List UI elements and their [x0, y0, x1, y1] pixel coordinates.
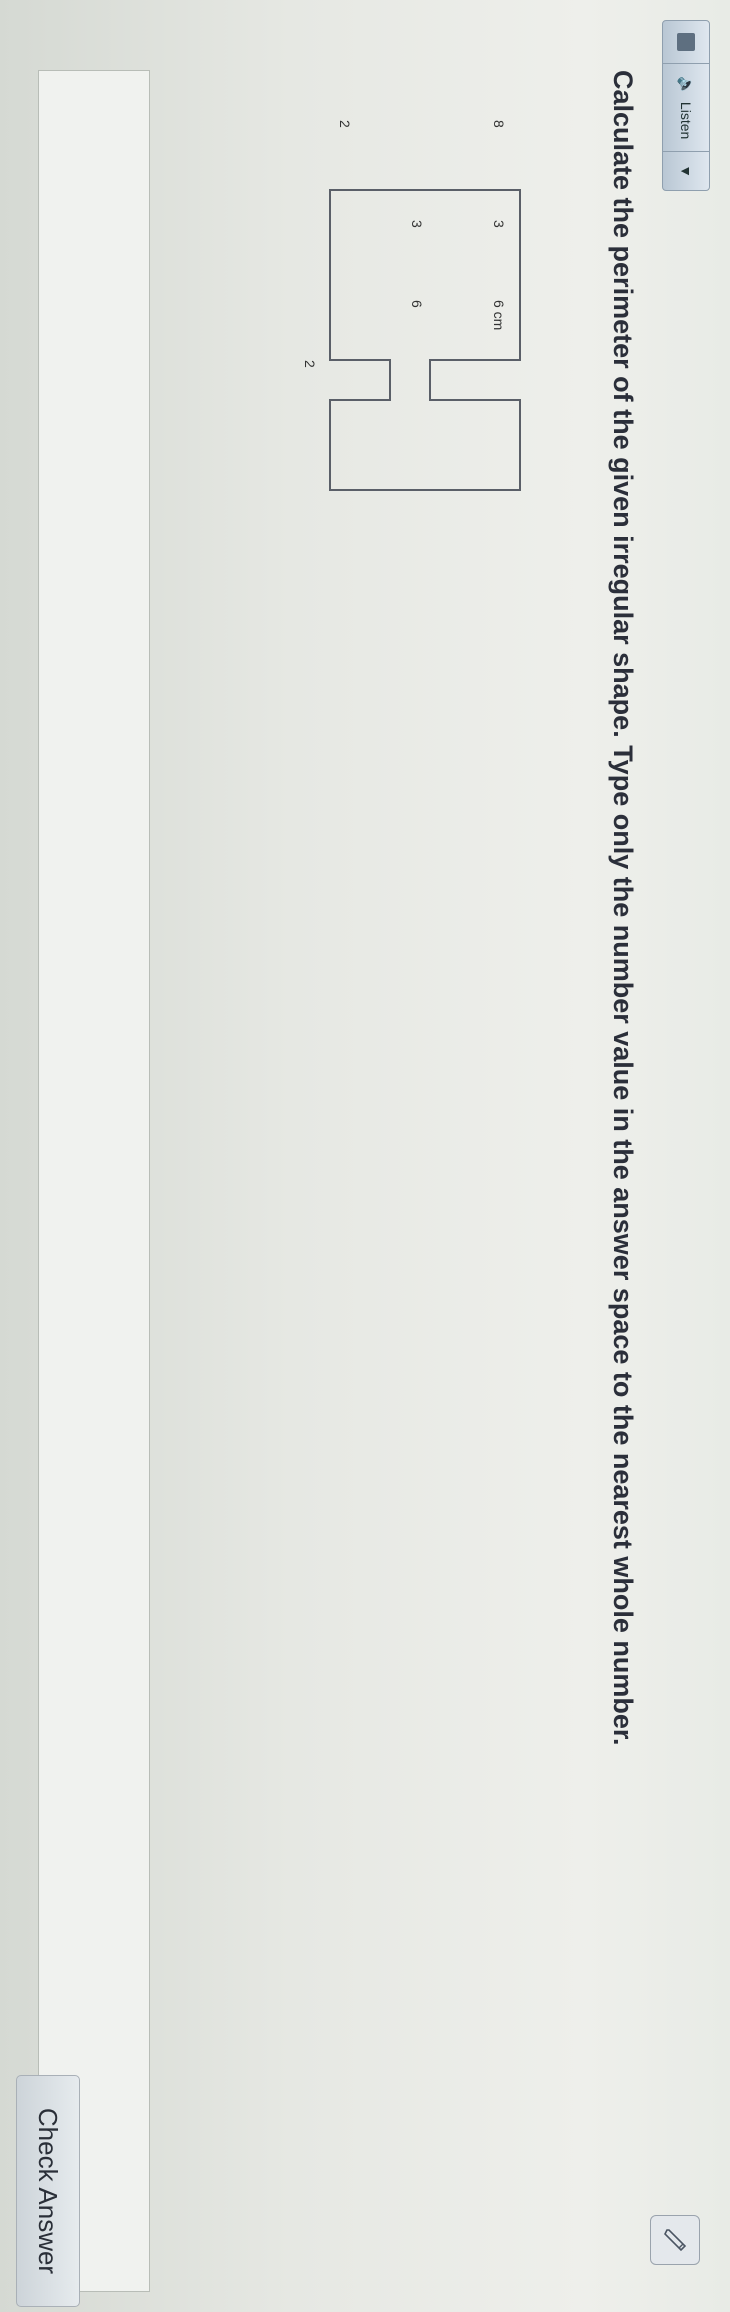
pencil-icon[interactable] [650, 2215, 700, 2265]
label-bottom-right: 2 [302, 360, 318, 368]
label-top-edge: 6 cm [491, 300, 507, 330]
speaker-icon: 🔈 [677, 76, 694, 96]
irregular-shape-figure: 8 3 6 cm 3 6 2 2 [302, 120, 521, 491]
caret-down-icon: ▼ [678, 164, 694, 179]
question-text: Calculate the perimeter of the given irr… [608, 70, 638, 1746]
check-answer-button[interactable]: Check Answer [16, 2075, 80, 2307]
menu-button[interactable] [663, 21, 709, 64]
shape-outline [329, 189, 521, 491]
label-inner-width: 6 [409, 300, 425, 308]
pencil-glyph [664, 2229, 687, 2252]
label-top-notch: 3 [491, 220, 507, 228]
listen-dropdown[interactable]: ▼ [663, 152, 709, 190]
label-inner-notch: 3 [409, 220, 425, 228]
menu-icon [677, 33, 695, 51]
listen-button[interactable]: 🔈 Listen [663, 64, 709, 153]
answer-input[interactable] [38, 70, 150, 2292]
toolbar: 🔈 Listen ▼ [662, 20, 710, 192]
listen-label: Listen [678, 101, 694, 140]
label-top-left-vertical: 8 [491, 120, 507, 128]
rotated-page: 🔈 Listen ▼ Calculate the perimeter of th… [0, 0, 730, 2312]
label-bottom-left: 2 [337, 120, 353, 128]
